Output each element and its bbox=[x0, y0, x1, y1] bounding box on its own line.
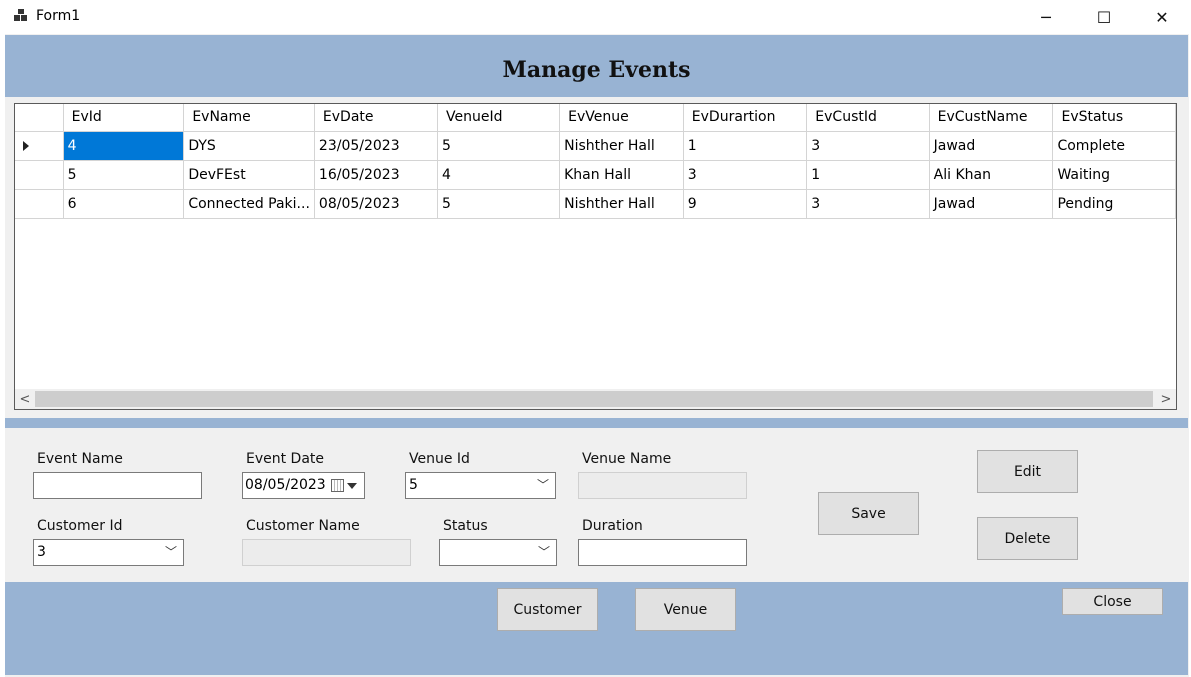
table-cell[interactable]: Jawad bbox=[929, 131, 1054, 161]
duration-label: Duration bbox=[582, 518, 643, 534]
event-name-label: Event Name bbox=[37, 451, 123, 467]
table-cell[interactable]: 5 bbox=[437, 131, 561, 161]
table-row[interactable]: 5 DevFEst 16/05/2023 4 Khan Hall 3 1 Ali Khan Wa… bbox=[15, 160, 1176, 190]
table-cell[interactable]: 9 bbox=[683, 189, 808, 219]
venue-name-label: Venue Name bbox=[582, 451, 672, 467]
customer-name-field bbox=[242, 539, 411, 566]
table-cell[interactable]: Jawad bbox=[929, 189, 1054, 219]
maximize-button[interactable]: ☐ bbox=[1075, 0, 1133, 34]
table-cell[interactable]: Nishther Hall bbox=[559, 189, 684, 219]
column-header-evname[interactable]: EvName bbox=[183, 104, 315, 132]
event-date-label: Event Date bbox=[246, 451, 325, 467]
header-band: Manage Events bbox=[5, 35, 1188, 97]
column-header-venueid[interactable]: VenueId bbox=[437, 104, 561, 132]
customer-name-label: Customer Name bbox=[246, 518, 360, 534]
venue-id-label: Venue Id bbox=[409, 451, 470, 467]
table-cell[interactable]: Ali Khan bbox=[929, 160, 1054, 190]
column-header-evdate[interactable]: EvDate bbox=[314, 104, 439, 132]
chevron-down-icon: ﹀ bbox=[164, 545, 177, 559]
table-cell[interactable]: Complete bbox=[1052, 131, 1176, 161]
calendar-icon bbox=[331, 479, 344, 492]
table-cell[interactable]: Nishther Hall bbox=[559, 131, 684, 161]
table-cell[interactable]: 4 bbox=[63, 131, 185, 161]
edit-button[interactable]: Edit bbox=[977, 450, 1078, 493]
chevron-down-icon: ﹀ bbox=[536, 478, 549, 492]
scrollbar-thumb[interactable] bbox=[35, 391, 1153, 407]
column-header-evcustid[interactable]: EvCustId bbox=[806, 104, 930, 132]
table-cell[interactable]: 3 bbox=[806, 189, 930, 219]
customer-id-combo[interactable]: 3 ﹀ bbox=[33, 539, 184, 566]
close-button[interactable]: Close bbox=[1062, 588, 1163, 615]
venue-name-field bbox=[578, 472, 747, 499]
window-title: Form1 bbox=[36, 8, 81, 24]
column-header-evcustname[interactable]: EvCustName bbox=[929, 104, 1054, 132]
table-cell[interactable]: 16/05/2023 bbox=[314, 160, 439, 190]
table-cell[interactable]: 4 bbox=[437, 160, 561, 190]
delete-button[interactable]: Delete bbox=[977, 517, 1078, 560]
save-button[interactable]: Save bbox=[818, 492, 919, 535]
table-cell[interactable]: 08/05/2023 bbox=[314, 189, 439, 219]
table-row[interactable]: 4 DYS 23/05/2023 5 Nishther Hall 1 3 Jawad Compl… bbox=[15, 131, 1176, 161]
table-cell[interactable]: 3 bbox=[683, 160, 808, 190]
column-header-evdurartion[interactable]: EvDurartion bbox=[683, 104, 808, 132]
column-header-evstatus[interactable]: EvStatus bbox=[1052, 104, 1176, 132]
status-label: Status bbox=[443, 518, 488, 534]
divider-band bbox=[5, 418, 1188, 428]
table-row[interactable]: 6 Connected Paki... 08/05/2023 5 Nishther Ha… bbox=[15, 189, 1176, 219]
current-row-arrow-icon bbox=[23, 140, 29, 151]
venue-id-value: 5 bbox=[409, 477, 418, 493]
page-title: Manage Events bbox=[502, 57, 691, 83]
title-bar: Form1 ─ ☐ ✕ bbox=[0, 0, 1191, 34]
app-icon bbox=[14, 9, 28, 23]
customer-button[interactable]: Customer bbox=[497, 588, 598, 631]
close-window-button[interactable]: ✕ bbox=[1133, 0, 1191, 34]
table-cell[interactable]: Waiting bbox=[1052, 160, 1176, 190]
column-header-evid[interactable]: EvId bbox=[63, 104, 185, 132]
table-cell[interactable]: Connected Paki... bbox=[183, 189, 315, 219]
column-header-evvenue[interactable]: EvVenue bbox=[559, 104, 684, 132]
chevron-down-icon bbox=[347, 483, 357, 489]
table-cell[interactable]: Pending bbox=[1052, 189, 1176, 219]
table-cell[interactable]: 6 bbox=[63, 189, 185, 219]
row-header[interactable] bbox=[15, 160, 64, 190]
duration-input[interactable] bbox=[578, 539, 747, 566]
table-cell[interactable]: DevFEst bbox=[183, 160, 315, 190]
customer-id-value: 3 bbox=[37, 544, 46, 560]
table-cell[interactable]: DYS bbox=[183, 131, 315, 161]
grid-corner-header bbox=[15, 104, 64, 132]
venue-id-combo[interactable]: 5 ﹀ bbox=[405, 472, 556, 499]
chevron-down-icon: ﹀ bbox=[537, 545, 550, 559]
table-cell[interactable]: 1 bbox=[683, 131, 808, 161]
events-grid[interactable]: EvId EvName EvDate VenueId EvVenue EvDurartio… bbox=[14, 103, 1177, 410]
minimize-button[interactable]: ─ bbox=[1017, 0, 1075, 34]
horizontal-scrollbar[interactable]: < > bbox=[15, 389, 1176, 409]
event-date-picker[interactable]: 08/05/2023 bbox=[242, 472, 365, 499]
row-header[interactable] bbox=[15, 189, 64, 219]
scroll-left-arrow[interactable]: < bbox=[15, 389, 35, 409]
scroll-right-arrow[interactable]: > bbox=[1156, 389, 1176, 409]
venue-button[interactable]: Venue bbox=[635, 588, 736, 631]
table-cell[interactable]: Khan Hall bbox=[559, 160, 684, 190]
event-name-input[interactable] bbox=[33, 472, 202, 499]
events-table: EvId EvName EvDate VenueId EvVenue EvDurartio… bbox=[15, 104, 1176, 219]
event-date-value: 08/05/2023 bbox=[245, 477, 326, 493]
status-combo[interactable]: ﹀ bbox=[439, 539, 557, 566]
table-cell[interactable]: 23/05/2023 bbox=[314, 131, 439, 161]
row-header[interactable] bbox=[15, 131, 64, 161]
table-cell[interactable]: 3 bbox=[806, 131, 930, 161]
table-cell[interactable]: 1 bbox=[806, 160, 930, 190]
table-cell[interactable]: 5 bbox=[63, 160, 185, 190]
table-cell[interactable]: 5 bbox=[437, 189, 561, 219]
customer-id-label: Customer Id bbox=[37, 518, 123, 534]
